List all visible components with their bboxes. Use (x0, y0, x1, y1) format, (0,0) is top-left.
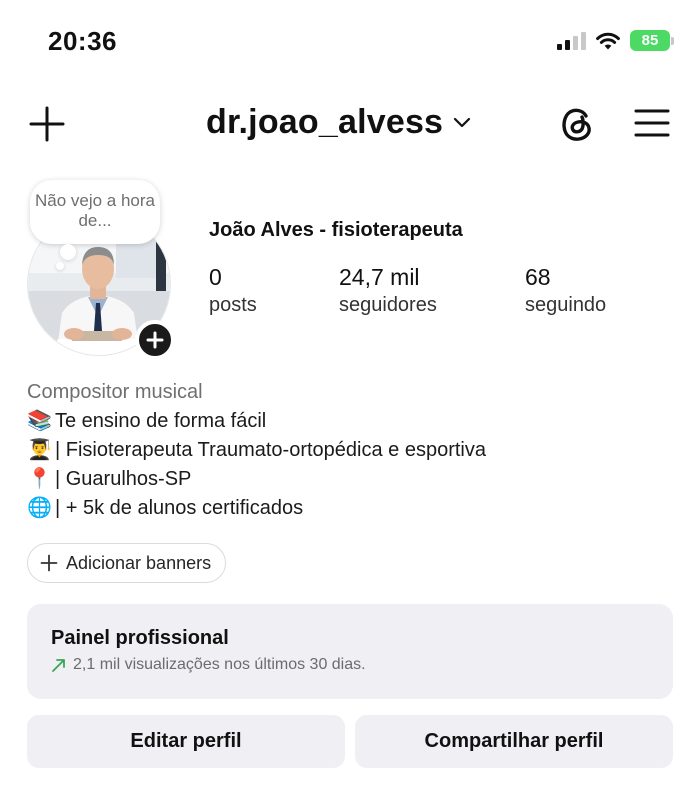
dashboard-subtitle: 2,1 mil visualizações nos últimos 30 dia… (51, 656, 649, 674)
status-time: 20:36 (48, 26, 117, 56)
bio-line: 🌐 | + 5k de alunos certificados (27, 494, 677, 523)
dashboard-title: Painel profissional (51, 627, 229, 649)
stat-value: 24,7 mil (339, 264, 420, 290)
add-story-button[interactable] (135, 320, 175, 360)
signal-icon (557, 31, 586, 50)
bio-line-text: | Guarulhos-SP (55, 468, 192, 490)
share-profile-label: Compartilhar perfil (424, 730, 604, 752)
bio-line: 📍 | Guarulhos-SP (27, 465, 677, 494)
username: dr.joao_alvess (206, 103, 444, 141)
note-bubble-tail (60, 244, 76, 260)
bio-line: 📚 Te ensino de forma fácil (27, 407, 677, 436)
threads-icon[interactable] (556, 103, 598, 145)
stat-label: posts (209, 294, 257, 316)
trend-up-icon (52, 659, 65, 672)
graduate-icon: 👨‍🎓 (27, 439, 52, 461)
stat-posts[interactable]: 0 posts (209, 263, 257, 319)
battery-icon: 85 (630, 30, 674, 51)
stat-label: seguidores (339, 294, 437, 316)
stat-label: seguindo (525, 294, 607, 316)
books-icon: 📚 (27, 410, 52, 432)
globe-icon: 🌐 (27, 497, 52, 519)
stat-value: 68 (525, 264, 551, 290)
add-banners-button[interactable]: Adicionar banners (27, 543, 227, 583)
bio-line: 👨‍🎓 | Fisioterapeuta Traumato-ortopédica … (27, 436, 677, 465)
bio: Compositor musical 📚 Te ensino de forma f… (27, 378, 677, 523)
status-bar: 20:36 85 (0, 0, 700, 80)
note-text: Não vejo a hora de... (34, 191, 156, 230)
plus-icon (40, 554, 58, 572)
status-icons: 85 (557, 30, 674, 51)
note-bubble-tail-small (56, 262, 64, 270)
note-bubble[interactable]: Não vejo a hora de... (30, 180, 160, 244)
stat-followers[interactable]: 24,7 mil seguidores (339, 263, 437, 319)
profile-header: dr.joao_alvess (0, 95, 700, 155)
plus-icon[interactable] (28, 105, 66, 143)
stat-value: 0 (209, 264, 222, 290)
wifi-icon (596, 32, 620, 49)
account-switcher[interactable]: dr.joao_alvess (206, 103, 471, 142)
share-profile-button[interactable]: Compartilhar perfil (355, 715, 673, 768)
battery-level: 85 (630, 30, 670, 51)
bio-line-text: | + 5k de alunos certificados (55, 497, 304, 519)
stat-following[interactable]: 68 seguindo (525, 263, 606, 319)
chevron-down-icon (454, 117, 471, 127)
bio-category: Compositor musical (27, 381, 203, 403)
pin-icon: 📍 (27, 468, 52, 490)
bio-line-text: Te ensino de forma fácil (55, 410, 267, 432)
edit-profile-button[interactable]: Editar perfil (27, 715, 345, 768)
bio-line-text: | Fisioterapeuta Traumato-ortopédica e e… (55, 439, 486, 461)
add-banners-label: Adicionar banners (66, 552, 212, 573)
professional-dashboard[interactable]: Painel profissional 2,1 mil visualizaçõe… (27, 604, 673, 699)
menu-icon[interactable] (634, 107, 670, 139)
plus-icon (146, 331, 164, 349)
dashboard-subtitle-text: 2,1 mil visualizações nos últimos 30 dia… (73, 656, 366, 673)
display-name: João Alves - fisioterapeuta (209, 219, 463, 241)
edit-profile-label: Editar perfil (130, 730, 242, 752)
